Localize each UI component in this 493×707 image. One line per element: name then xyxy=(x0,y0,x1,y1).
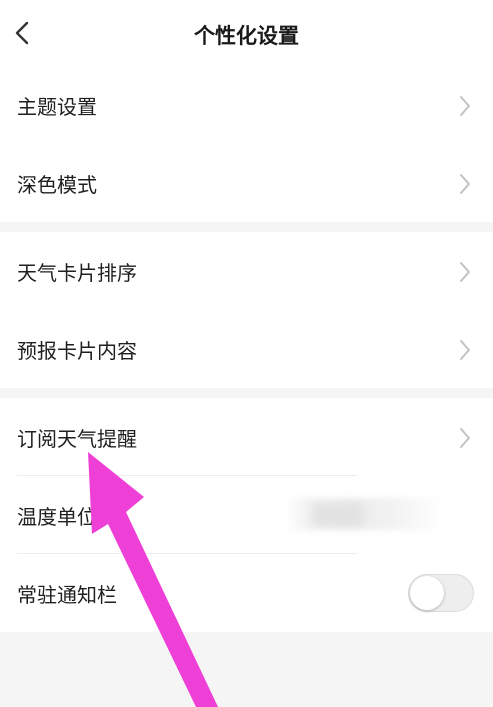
chevron-right-icon xyxy=(460,428,470,448)
row-temperature-unit[interactable]: 温度单位 xyxy=(0,476,493,554)
row-label: 主题设置 xyxy=(17,94,97,119)
persistent-notification-toggle[interactable] xyxy=(408,574,474,612)
row-forecast-card-content[interactable]: 预报卡片内容 xyxy=(0,310,493,388)
row-label: 预报卡片内容 xyxy=(17,338,137,363)
page-title: 个性化设置 xyxy=(194,24,299,48)
settings-group-appearance: 主题设置 深色模式 xyxy=(0,66,493,222)
row-persistent-notification: 常驻通知栏 xyxy=(0,554,493,632)
settings-group-cards: 天气卡片排序 预报卡片内容 xyxy=(0,232,493,388)
row-subscribe-weather-alerts[interactable]: 订阅天气提醒 xyxy=(0,398,493,476)
toggle-knob xyxy=(410,576,444,610)
chevron-right-icon xyxy=(460,174,470,194)
settings-group-notifications: 订阅天气提醒 温度单位 常驻通知栏 xyxy=(0,398,493,632)
row-dark-mode[interactable]: 深色模式 xyxy=(0,144,493,222)
row-label: 深色模式 xyxy=(17,172,97,197)
row-theme-settings[interactable]: 主题设置 xyxy=(0,66,493,144)
row-label: 常驻通知栏 xyxy=(17,582,117,607)
blurred-value xyxy=(285,498,445,530)
chevron-right-icon xyxy=(460,262,470,282)
top-bar: 个性化设置 xyxy=(0,0,493,66)
chevron-right-icon xyxy=(460,340,470,360)
chevron-right-icon xyxy=(460,96,470,116)
row-weather-card-order[interactable]: 天气卡片排序 xyxy=(0,232,493,310)
row-label: 温度单位 xyxy=(17,504,97,529)
row-label: 天气卡片排序 xyxy=(17,260,137,285)
row-label: 订阅天气提醒 xyxy=(17,426,137,451)
blurred-value-block xyxy=(313,504,363,526)
